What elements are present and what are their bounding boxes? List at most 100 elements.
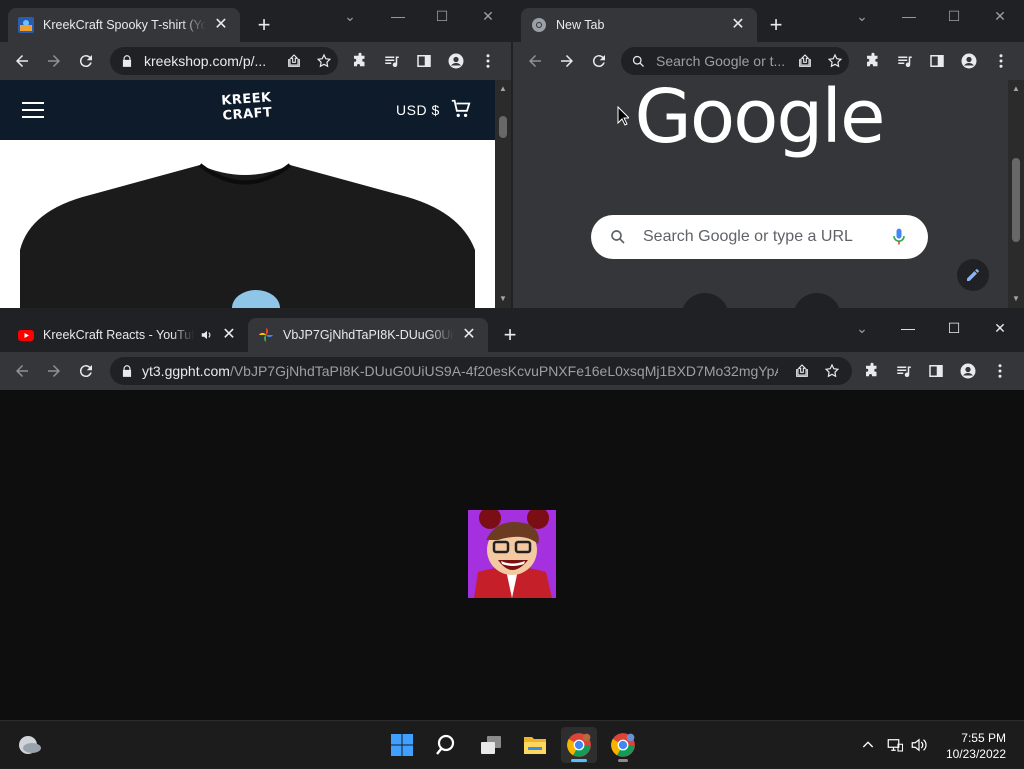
- network-icon[interactable]: [886, 736, 904, 754]
- maximize-button[interactable]: ☐: [942, 6, 966, 26]
- side-panel-icon[interactable]: [925, 49, 949, 73]
- new-tab-button[interactable]: +: [498, 324, 522, 348]
- scroll-up-arrow[interactable]: ▲: [1008, 82, 1024, 96]
- weather-icon[interactable]: [16, 733, 42, 757]
- address-bar[interactable]: kreekshop.com/p/...: [110, 47, 338, 75]
- back-icon[interactable]: [10, 49, 34, 73]
- close-window-button[interactable]: ✕: [476, 6, 500, 26]
- chrome-menu-icon[interactable]: [989, 49, 1013, 73]
- chrome-favicon-icon: [532, 18, 546, 32]
- tab-search-icon[interactable]: ⌄: [850, 6, 874, 26]
- kreekcraft-logo[interactable]: KREEK CRAFT: [219, 90, 275, 124]
- url-host: yt3.ggpht.com: [142, 363, 230, 379]
- new-tab-button[interactable]: +: [764, 14, 788, 38]
- task-view-button[interactable]: [473, 727, 509, 763]
- close-tab-icon[interactable]: ✕: [212, 16, 230, 34]
- audio-playing-icon[interactable]: [200, 328, 214, 342]
- back-icon[interactable]: [523, 49, 547, 73]
- close-window-button[interactable]: ✕: [988, 318, 1012, 338]
- new-tab-button[interactable]: +: [252, 14, 276, 38]
- tab-search-icon[interactable]: ⌄: [850, 318, 874, 338]
- maximize-button[interactable]: ☐: [942, 318, 966, 338]
- reload-icon[interactable]: [74, 359, 98, 383]
- close-window-button[interactable]: ✕: [988, 6, 1012, 26]
- minimize-button[interactable]: —: [897, 6, 921, 26]
- search-icon: [436, 734, 455, 755]
- tab-search-icon[interactable]: ⌄: [338, 6, 362, 26]
- taskbar-search-button[interactable]: [429, 727, 465, 763]
- maximize-button[interactable]: ☐: [430, 6, 454, 26]
- media-controls-icon[interactable]: [893, 49, 917, 73]
- shortcut-tile[interactable]: [681, 293, 729, 308]
- kreekcraft-avatar-image[interactable]: [468, 510, 556, 598]
- close-tab-icon[interactable]: ✕: [460, 326, 478, 344]
- mouse-cursor-icon: [617, 106, 629, 126]
- chrome-menu-icon[interactable]: [476, 49, 500, 73]
- back-icon[interactable]: [10, 359, 34, 383]
- tab-new-tab[interactable]: New Tab ✕: [521, 8, 757, 42]
- page-scrollbar[interactable]: ▲ ▼: [495, 80, 511, 308]
- omnibox-placeholder: Search Google or t...: [656, 53, 786, 69]
- profile-avatar-icon[interactable]: [957, 49, 981, 73]
- bookmark-star-icon[interactable]: [827, 53, 843, 69]
- close-tab-icon[interactable]: ✕: [220, 326, 238, 344]
- minimize-button[interactable]: —: [386, 6, 410, 26]
- extensions-icon[interactable]: [860, 359, 884, 383]
- tab-youtube[interactable]: KreekCraft Reacts - YouTube ✕: [8, 318, 248, 352]
- close-tab-icon[interactable]: ✕: [729, 16, 747, 34]
- share-icon[interactable]: [286, 53, 302, 69]
- chrome-taskbar-button-active[interactable]: [561, 727, 597, 763]
- tab-kreekcraft-shirt[interactable]: KreekCraft Spooky T-shirt (Youth ✕: [8, 8, 240, 42]
- profile-avatar-icon[interactable]: [444, 49, 468, 73]
- scroll-up-arrow[interactable]: ▲: [495, 82, 511, 96]
- side-panel-icon[interactable]: [924, 359, 948, 383]
- tab-title: KreekCraft Reacts - YouTube: [43, 328, 194, 342]
- media-controls-icon[interactable]: [892, 359, 916, 383]
- task-view-icon: [481, 736, 501, 754]
- scrollbar-thumb[interactable]: [499, 116, 507, 138]
- scrollbar-thumb[interactable]: [1012, 158, 1020, 242]
- cart-icon[interactable]: [450, 98, 472, 120]
- profile-avatar-icon[interactable]: [956, 359, 980, 383]
- google-photos-favicon-icon: [259, 328, 273, 342]
- url-text: kreekshop.com/p/...: [144, 53, 267, 69]
- share-icon[interactable]: [794, 363, 810, 379]
- bookmark-star-icon[interactable]: [824, 363, 840, 379]
- kreekshop-favicon-icon: [18, 17, 34, 33]
- currency-selector[interactable]: USD $: [396, 102, 440, 118]
- address-bar[interactable]: yt3.ggpht.com/VbJP7GjNhdTaPI8K-DUuG0UiUS…: [110, 357, 852, 385]
- forward-icon[interactable]: [42, 359, 66, 383]
- hamburger-menu-icon[interactable]: [22, 100, 44, 118]
- microphone-icon[interactable]: [889, 227, 909, 247]
- bookmark-star-icon[interactable]: [316, 53, 332, 69]
- scroll-down-arrow[interactable]: ▼: [1008, 292, 1024, 306]
- extensions-icon[interactable]: [861, 49, 885, 73]
- media-controls-icon[interactable]: [380, 49, 404, 73]
- reload-icon[interactable]: [74, 49, 98, 73]
- tshirt-product-image[interactable]: [0, 140, 495, 308]
- show-hidden-icons-icon[interactable]: [860, 737, 876, 753]
- customize-edit-button[interactable]: [957, 259, 989, 291]
- forward-icon[interactable]: [42, 49, 66, 73]
- share-icon[interactable]: [797, 53, 813, 69]
- extensions-icon[interactable]: [348, 49, 372, 73]
- side-panel-icon[interactable]: [412, 49, 436, 73]
- address-bar[interactable]: Search Google or t...: [621, 47, 849, 75]
- scroll-down-arrow[interactable]: ▼: [495, 292, 511, 306]
- page-scrollbar[interactable]: ▲ ▼: [1008, 80, 1024, 308]
- forward-icon[interactable]: [555, 49, 579, 73]
- reload-icon[interactable]: [587, 49, 611, 73]
- clock[interactable]: 7:55 PM 10/23/2022: [946, 730, 1006, 762]
- google-search-box[interactable]: Search Google or type a URL: [591, 215, 928, 259]
- volume-icon[interactable]: [910, 736, 928, 754]
- chrome-taskbar-button[interactable]: [605, 727, 641, 763]
- chrome-menu-icon[interactable]: [988, 359, 1012, 383]
- start-button[interactable]: [384, 727, 420, 763]
- tab-strip: KreekCraft Reacts - YouTube ✕ VbJP7GjNhd…: [0, 310, 1024, 352]
- google-logo: Google: [634, 74, 886, 160]
- tab-image[interactable]: VbJP7GjNhdTaPI8K-DUuG0UiUS9 ✕: [248, 318, 488, 352]
- browser-window-image: KreekCraft Reacts - YouTube ✕ VbJP7GjNhd…: [0, 310, 1024, 720]
- shortcut-tile[interactable]: [793, 293, 841, 308]
- minimize-button[interactable]: —: [896, 318, 920, 338]
- file-explorer-button[interactable]: [517, 727, 553, 763]
